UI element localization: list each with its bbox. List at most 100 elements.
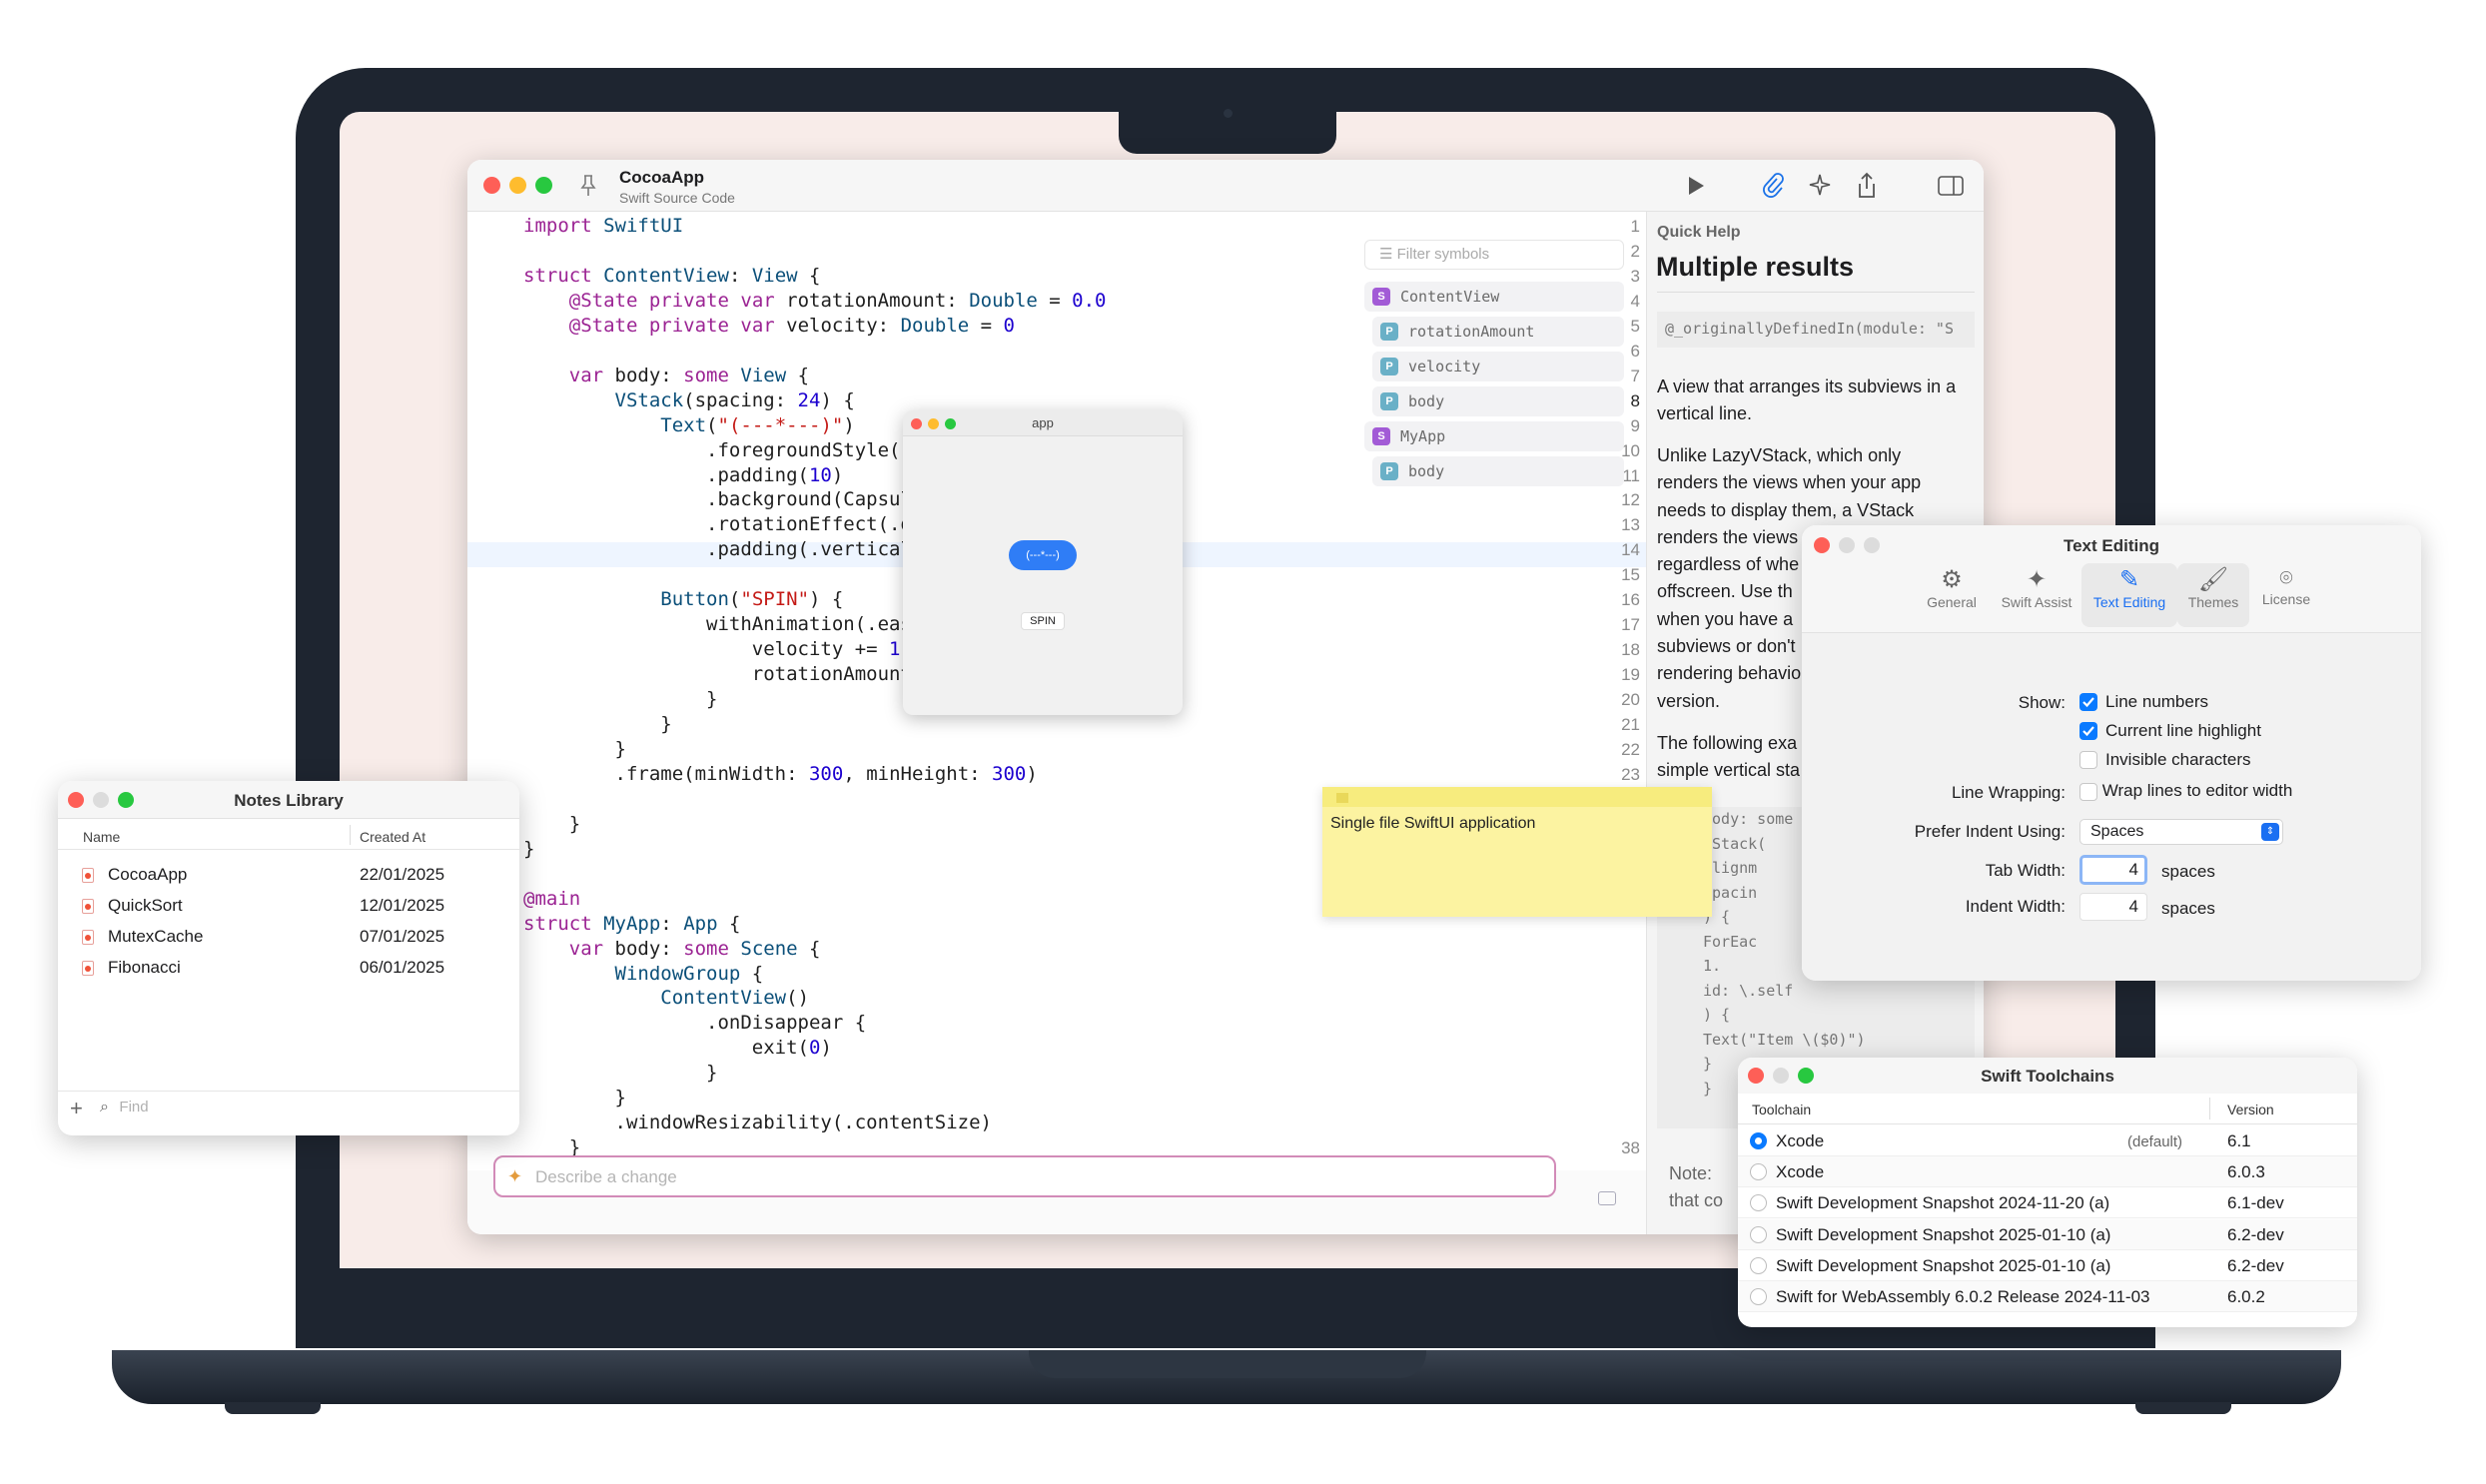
radio-unselected[interactable] [1750, 1225, 1767, 1243]
indent-using-value: Spaces [2090, 823, 2144, 840]
spin-button[interactable]: SPIN [1021, 612, 1065, 630]
paperclip-icon[interactable] [1762, 173, 1784, 199]
radio-unselected[interactable] [1750, 1194, 1767, 1212]
code-line: Text("(---*---)") [660, 413, 855, 436]
code-line: .padding(10) [523, 463, 844, 486]
code-line: struct MyApp: App { [523, 912, 741, 935]
tab-general[interactable]: ⚙ General [1912, 565, 1992, 610]
header-divider [1738, 1123, 2357, 1124]
tab-text-editing[interactable]: ✎ Text Editing [2081, 563, 2177, 627]
add-note-button[interactable]: + [70, 1096, 83, 1121]
code-line: struct ContentView: View { [523, 264, 821, 287]
list-item[interactable]: MutexCache 07/01/2025 [58, 923, 519, 953]
describe-change-input[interactable]: ✦ Describe a change [493, 1155, 1556, 1197]
show-option-checkbox[interactable]: Current line highlight [2079, 720, 2399, 749]
document-icon[interactable] [1598, 1191, 1616, 1205]
chevron-updown-icon: ⇕ [2261, 823, 2279, 841]
radio-selected[interactable] [1750, 1132, 1767, 1149]
sidebar-toggle-icon[interactable] [1938, 176, 1964, 196]
checkmark-icon [2079, 721, 2097, 740]
show-option-checkbox[interactable]: Invisible characters [2079, 749, 2399, 778]
symbol-item[interactable]: Pvelocity [1372, 352, 1624, 381]
code-line: var body: some Scene { [568, 937, 821, 960]
tab-swift-assist[interactable]: ✦ Swift Assist [1992, 565, 2081, 610]
line-number: 16 [1621, 590, 1640, 610]
radio-unselected[interactable] [1750, 1163, 1767, 1181]
symbol-name: body [1408, 462, 1445, 480]
column-header-created-at[interactable]: Created At [360, 829, 425, 845]
symbol-item[interactable]: ProtationAmount [1372, 317, 1624, 347]
code-sample-line: Text("Item \($0)") [1703, 1030, 1866, 1049]
tab-themes[interactable]: 🖌 Themes [2177, 563, 2249, 627]
swift-file-icon [82, 868, 94, 883]
laptop-foot-right [2135, 1402, 2231, 1414]
code-line: import SwiftUI [523, 215, 684, 237]
tab-width-unit: spaces [2161, 862, 2215, 881]
toolchain-version: 6.2-dev [2227, 1255, 2284, 1275]
toolchain-name: Xcode [1776, 1162, 1825, 1182]
show-option-checkbox[interactable]: Line numbers [2079, 691, 2399, 720]
note-line: Note: [1669, 1163, 1713, 1183]
toolchain-row[interactable]: Swift Development Snapshot 2025-01-10 (a… [1738, 1218, 2357, 1250]
symbol-item[interactable]: S ContentView [1364, 282, 1624, 312]
column-header-name[interactable]: Name [83, 829, 120, 845]
share-icon[interactable] [1856, 172, 1878, 200]
toolchains-titlebar: Swift Toolchains [1738, 1058, 2357, 1094]
minimize-button[interactable] [509, 177, 526, 194]
note-date: 12/01/2025 [360, 896, 445, 915]
radio-unselected[interactable] [1750, 1256, 1767, 1274]
symbol-item[interactable]: Pbody [1372, 386, 1624, 416]
settings-title: Text Editing [2063, 536, 2159, 555]
indent-using-select[interactable]: Spaces ⇕ [2079, 819, 2283, 845]
radio-unselected[interactable] [1750, 1288, 1767, 1305]
zoom-button[interactable] [535, 177, 552, 194]
list-item[interactable]: QuickSort 12/01/2025 [58, 892, 519, 922]
tab-license[interactable]: ⌾ License [2251, 565, 2321, 607]
toolchain-row[interactable]: Swift for WebAssembly 6.0.2 Release 2024… [1738, 1281, 2357, 1312]
toolchain-name: Swift Development Snapshot 2024-11-20 (a… [1776, 1193, 2110, 1213]
list-item[interactable]: Fibonacci 06/01/2025 [58, 954, 519, 984]
wrap-lines-checkbox[interactable]: Wrap lines to editor width [2079, 781, 2292, 801]
toolchain-row[interactable]: Swift Development Snapshot 2024-11-20 (a… [1738, 1187, 2357, 1219]
camera-notch [1119, 112, 1336, 154]
code-line: VStack(spacing: 24) { [614, 388, 855, 411]
notes-titlebar: Notes Library [58, 781, 519, 819]
close-button[interactable] [483, 177, 500, 194]
show-option-label: Current line highlight [2105, 720, 2261, 740]
pin-icon[interactable] [579, 174, 597, 198]
note-name: MutexCache [108, 927, 204, 946]
line-number: 1 [1630, 217, 1640, 236]
symbol-navigator: ☰ Filter symbols S ContentView ProtationAm… [1364, 240, 1624, 489]
list-item[interactable]: CocoaApp 22/01/2025 [58, 861, 519, 891]
paintbrush-icon: 🖌 [2197, 566, 2229, 593]
column-header-toolchain[interactable]: Toolchain [1752, 1102, 1811, 1117]
sticky-note[interactable]: Single file SwiftUI application [1322, 787, 1712, 917]
indent-width-input[interactable]: 4 [2079, 893, 2147, 921]
symbol-item[interactable]: Pbody [1372, 456, 1624, 486]
tab-width-input[interactable]: 4 [2079, 855, 2147, 885]
code-line: } [523, 1062, 718, 1085]
quick-help-heading: Multiple results [1656, 252, 1855, 282]
toolchain-row[interactable]: Xcode (default) 6.1 [1738, 1125, 2357, 1156]
sticky-close-button[interactable] [1336, 793, 1348, 803]
toolchain-row[interactable]: Swift Development Snapshot 2025-01-10 (a… [1738, 1249, 2357, 1281]
toolchains-title: Swift Toolchains [1981, 1067, 2114, 1086]
symbol-item[interactable]: S MyApp [1364, 421, 1624, 451]
symbol-name: velocity [1408, 358, 1481, 375]
note-date: 06/01/2025 [360, 958, 445, 977]
symbol-name: MyApp [1400, 427, 1446, 445]
sparkle-icon[interactable] [1808, 173, 1832, 199]
symbol-kind-icon: P [1380, 462, 1398, 480]
run-icon[interactable] [1686, 175, 1706, 197]
find-field[interactable]: ⌕ Find [100, 1099, 499, 1122]
line-number: 18 [1621, 640, 1640, 660]
toolchain-row[interactable]: Xcode 6.0.3 [1738, 1156, 2357, 1188]
indent-width-unit: spaces [2161, 899, 2215, 918]
swift-bird-icon [85, 966, 91, 972]
filter-symbols-input[interactable]: ☰ Filter symbols [1364, 240, 1624, 270]
column-header-version[interactable]: Version [2227, 1102, 2274, 1117]
laptop-foot-left [225, 1402, 321, 1414]
note-date: 07/01/2025 [360, 927, 445, 946]
code-line: Button("SPIN") { [660, 588, 844, 611]
license-icon: ⌾ [2279, 565, 2293, 590]
